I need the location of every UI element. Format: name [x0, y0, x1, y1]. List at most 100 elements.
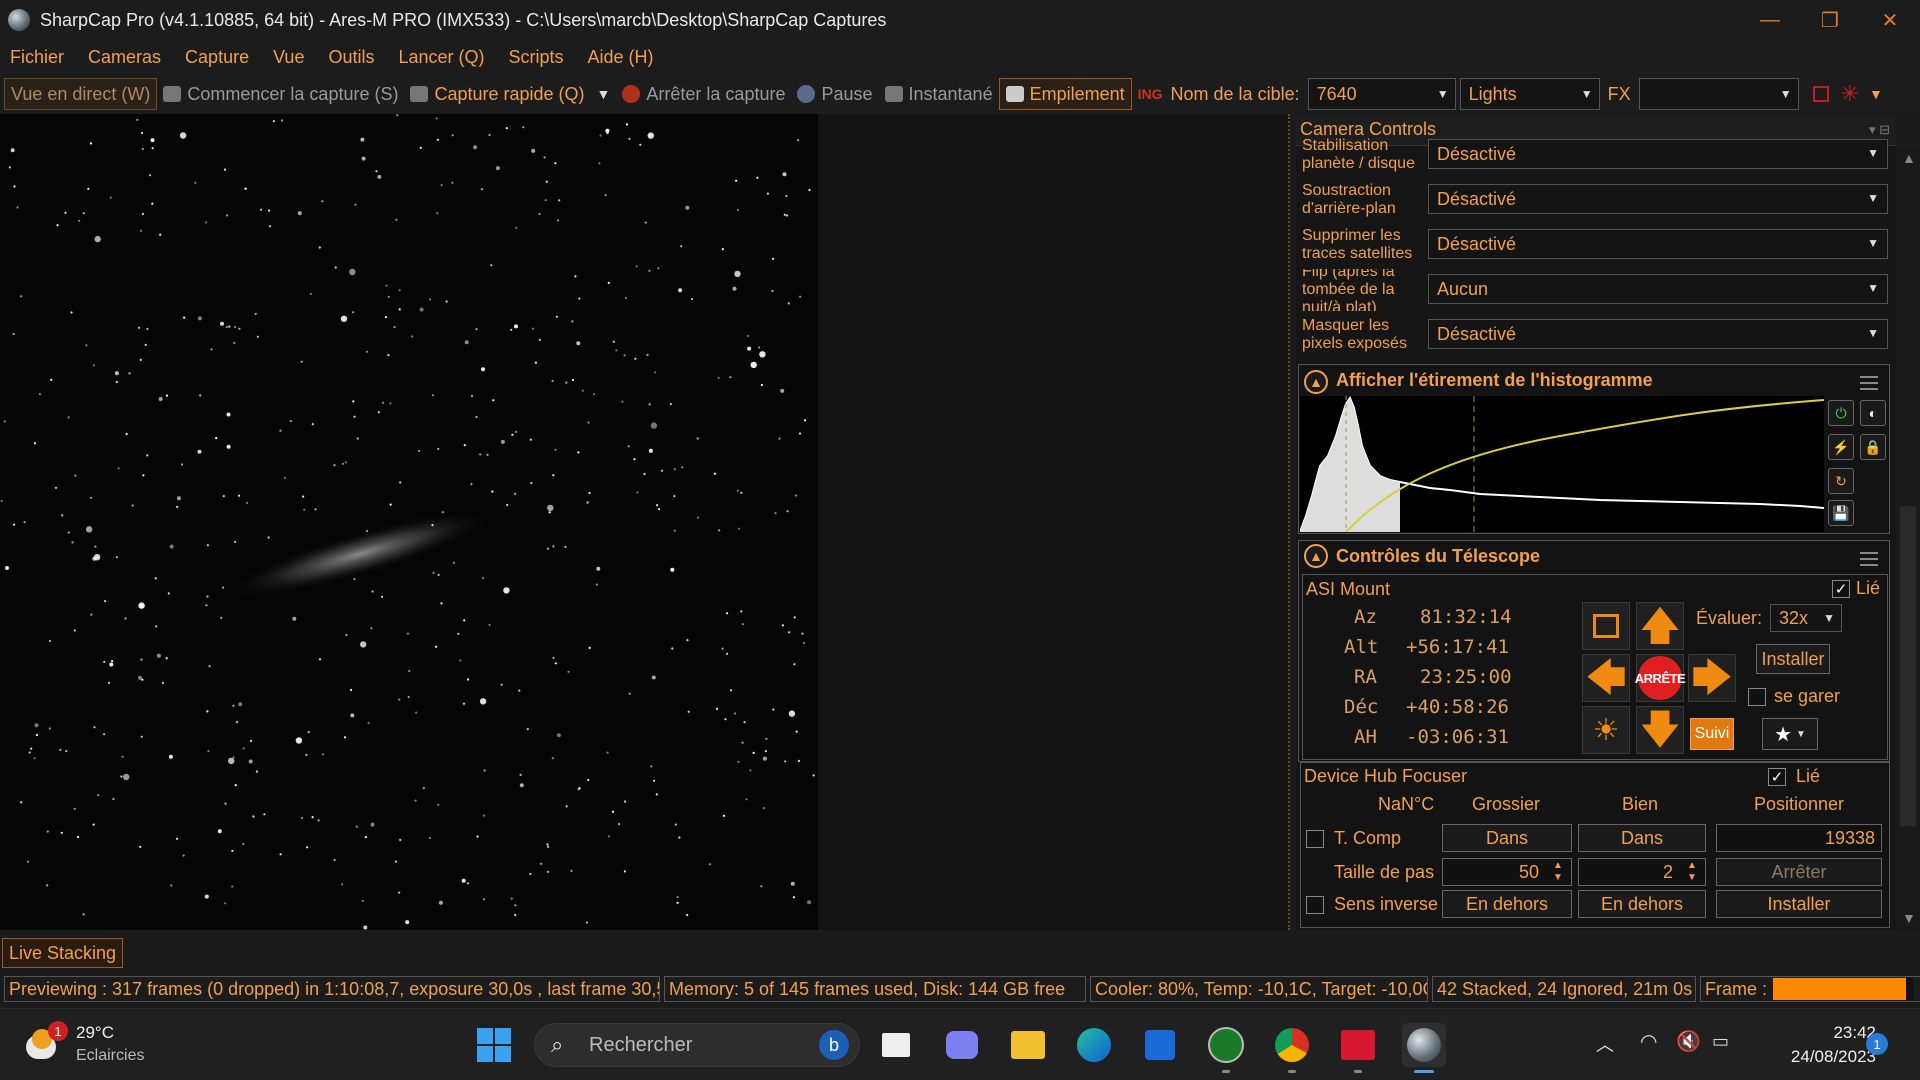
- reset-icon[interactable]: ↻: [1828, 468, 1854, 494]
- lock-icon[interactable]: 🔒: [1860, 434, 1886, 460]
- option-select[interactable]: Désactivé ▼: [1428, 184, 1888, 214]
- focuser-linked-checkbox[interactable]: ✓: [1768, 768, 1786, 786]
- save-icon[interactable]: 💾: [1828, 500, 1854, 526]
- menu-cameras[interactable]: Cameras: [88, 47, 161, 68]
- maximize-button[interactable]: ❐: [1800, 0, 1860, 40]
- chevron-down-icon[interactable]: ▼: [597, 86, 611, 102]
- chevron-up-icon[interactable]: ︿: [1596, 1031, 1614, 1057]
- position-input[interactable]: 19338: [1716, 824, 1882, 852]
- stacking-button[interactable]: Empilement: [998, 78, 1132, 110]
- arrow-right-icon[interactable]: 🡆: [1688, 654, 1736, 702]
- option-select[interactable]: Désactivé ▼: [1428, 319, 1888, 349]
- quick-capture-button[interactable]: Capture rapide (Q) ▼: [404, 78, 616, 110]
- image-viewer[interactable]: [0, 114, 1290, 930]
- notification-badge[interactable]: 1: [1866, 1033, 1888, 1055]
- stop-mount-button[interactable]: ARRÊTE: [1635, 654, 1686, 702]
- menu-vue[interactable]: Vue: [273, 47, 304, 68]
- mount-linked-checkbox[interactable]: ✓: [1832, 580, 1850, 598]
- frame-type-combo[interactable]: Lights ▼: [1459, 78, 1600, 110]
- scroll-down-icon[interactable]: ▼: [1902, 910, 1916, 926]
- stepper-icon[interactable]: ▲ ▼: [1547, 860, 1569, 884]
- task-view-icon[interactable]: [874, 1023, 918, 1067]
- live-view-button[interactable]: Vue en direct (W): [4, 78, 158, 110]
- stop-capture-button[interactable]: Arrêter la capture: [616, 78, 791, 110]
- fine-out-button[interactable]: En dehors: [1578, 890, 1706, 918]
- stepper-icon[interactable]: ▲ ▼: [1681, 860, 1703, 884]
- scrollbar-thumb[interactable]: [1900, 506, 1916, 826]
- tracking-button[interactable]: Suivi: [1690, 718, 1734, 750]
- snapshot-button[interactable]: Instantané: [879, 78, 999, 110]
- mount-linked-label: Lié: [1856, 578, 1881, 598]
- star-select-button[interactable]: ★ ▼: [1762, 718, 1818, 750]
- scroll-up-icon[interactable]: ▲: [1902, 150, 1916, 166]
- pause-button[interactable]: Pause: [791, 78, 878, 110]
- park-checkbox[interactable]: [1748, 688, 1766, 706]
- reticle-icon[interactable]: [1812, 86, 1829, 102]
- menu-lancer[interactable]: Lancer (Q): [398, 47, 484, 68]
- chrome-icon[interactable]: [1270, 1023, 1314, 1073]
- menu-aide[interactable]: Aide (H): [588, 47, 654, 68]
- phd-guiding-icon[interactable]: [1204, 1023, 1248, 1073]
- menu-outils[interactable]: Outils: [328, 47, 374, 68]
- menu-scripts[interactable]: Scripts: [509, 47, 564, 68]
- search-placeholder: Rechercher: [589, 1034, 693, 1056]
- app-red-icon[interactable]: [1336, 1023, 1380, 1073]
- sharpcap-taskbar-icon[interactable]: [1402, 1023, 1446, 1073]
- battery-icon[interactable]: ▭: [1712, 1031, 1729, 1052]
- clock-date[interactable]: 24/08/2023: [1764, 1047, 1876, 1067]
- contrast-icon[interactable]: ◐: [1860, 400, 1886, 426]
- collapse-icon[interactable]: ▲: [1304, 370, 1328, 394]
- arrow-left-icon[interactable]: 🡄: [1582, 654, 1630, 702]
- windows-start-icon[interactable]: [472, 1023, 516, 1067]
- bing-icon[interactable]: b: [819, 1030, 849, 1060]
- fx-combo[interactable]: ▼: [1638, 78, 1799, 110]
- menu-icon[interactable]: [1860, 376, 1878, 390]
- crosshair-icon[interactable]: ✳: [1841, 81, 1859, 107]
- chevron-down-icon[interactable]: ▼: [1869, 86, 1883, 102]
- live-stacking-tab[interactable]: Live Stacking: [2, 938, 124, 968]
- slew-box-icon[interactable]: [1582, 602, 1630, 650]
- collapse-icon[interactable]: ▲: [1304, 544, 1328, 568]
- coarse-out-button[interactable]: En dehors: [1442, 890, 1572, 918]
- clock-time[interactable]: 23:42: [1780, 1023, 1876, 1043]
- coarse-step-input[interactable]: 50 ▲ ▼: [1442, 858, 1572, 886]
- chat-icon[interactable]: [940, 1023, 984, 1067]
- file-explorer-icon[interactable]: [1006, 1023, 1050, 1067]
- mount-setup-button[interactable]: Installer: [1756, 644, 1830, 674]
- start-capture-button[interactable]: Commencer la capture (S): [157, 78, 404, 110]
- close-button[interactable]: ✕: [1860, 0, 1920, 40]
- panel-scrollbar[interactable]: ▲ ▼: [1896, 146, 1920, 930]
- power-icon[interactable]: ⏻: [1828, 400, 1854, 426]
- arrow-down-icon[interactable]: 🡇: [1636, 706, 1684, 754]
- lightning-icon[interactable]: ⚡: [1828, 434, 1854, 460]
- arrow-up-icon[interactable]: 🡅: [1636, 602, 1684, 650]
- target-sun-icon[interactable]: ☀: [1582, 706, 1630, 754]
- menu-capture[interactable]: Capture: [185, 47, 249, 68]
- target-name-combo[interactable]: 7640 ▼: [1307, 78, 1456, 110]
- menu-icon[interactable]: [1860, 552, 1878, 566]
- coarse-in-button[interactable]: Dans: [1442, 824, 1572, 852]
- edge-icon[interactable]: [1072, 1023, 1116, 1067]
- store-icon[interactable]: [1138, 1023, 1182, 1067]
- fine-in-button[interactable]: Dans: [1578, 824, 1706, 852]
- option-select[interactable]: Désactivé ▼: [1428, 229, 1888, 259]
- chevron-down-icon: ▼: [1779, 87, 1792, 101]
- rate-combo[interactable]: 32x ▼: [1770, 604, 1842, 632]
- snapshot-icon: [884, 86, 903, 102]
- option-select[interactable]: Aucun ▼: [1428, 274, 1888, 304]
- volume-muted-icon[interactable]: 🔇: [1676, 1029, 1701, 1054]
- reverse-checkbox[interactable]: [1306, 896, 1324, 914]
- fine-step-input[interactable]: 2 ▲ ▼: [1578, 858, 1706, 886]
- taskbar-search[interactable]: ⌕ Rechercher b: [534, 1023, 860, 1067]
- focuser-stop-button[interactable]: Arrêter: [1716, 858, 1882, 886]
- focuser-install-button[interactable]: Installer: [1716, 890, 1882, 918]
- temp-comp-checkbox[interactable]: [1306, 830, 1324, 848]
- menu-fichier[interactable]: Fichier: [10, 47, 64, 68]
- minimize-button[interactable]: —: [1740, 0, 1800, 40]
- az-value: 81:32:14: [1420, 606, 1512, 628]
- weather-icon[interactable]: 1: [26, 1021, 68, 1065]
- option-select[interactable]: Désactivé ▼: [1428, 139, 1888, 169]
- chevron-down-icon: ▼: [1867, 191, 1879, 205]
- histogram-graph[interactable]: [1300, 396, 1824, 532]
- wifi-icon[interactable]: ◠: [1640, 1029, 1657, 1054]
